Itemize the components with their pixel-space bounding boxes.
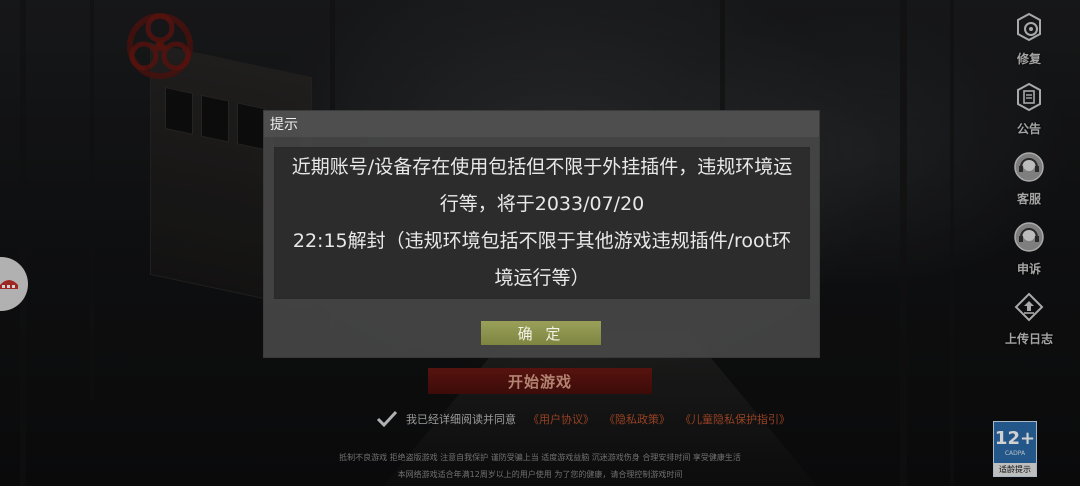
dialog-message-line: 22:15解封（违规环境包括不限于其他游戏违规插件/root环 [292,230,792,252]
dialog-body: 近期账号/设备存在使用包括但不限于外挂插件，违规环境运 行等，将于2033/07… [274,147,810,299]
dialog-message-line: 行等，将于2033/07/20 [439,193,645,215]
confirm-button[interactable]: 确 定 [481,321,601,345]
dialog-message: 近期账号/设备存在使用包括但不限于外挂插件，违规环境运 行等，将于2033/07… [277,149,807,297]
dialog-title: 提示 [270,117,298,133]
dialog-message-line: 近期账号/设备存在使用包括但不限于外挂插件，违规环境运 [291,156,793,178]
dialog-message-line: 境运行等） [494,267,590,289]
game-login-screen: 修复 公告 客服 申诉 上传日志 开始游戏 我已经详细阅读并同意 《用户协议》 … [0,0,1080,486]
dialog-header: 提示 [264,111,819,137]
ban-notice-dialog: 提示 近期账号/设备存在使用包括但不限于外挂插件，违规环境运 行等，将于2033… [263,110,820,358]
